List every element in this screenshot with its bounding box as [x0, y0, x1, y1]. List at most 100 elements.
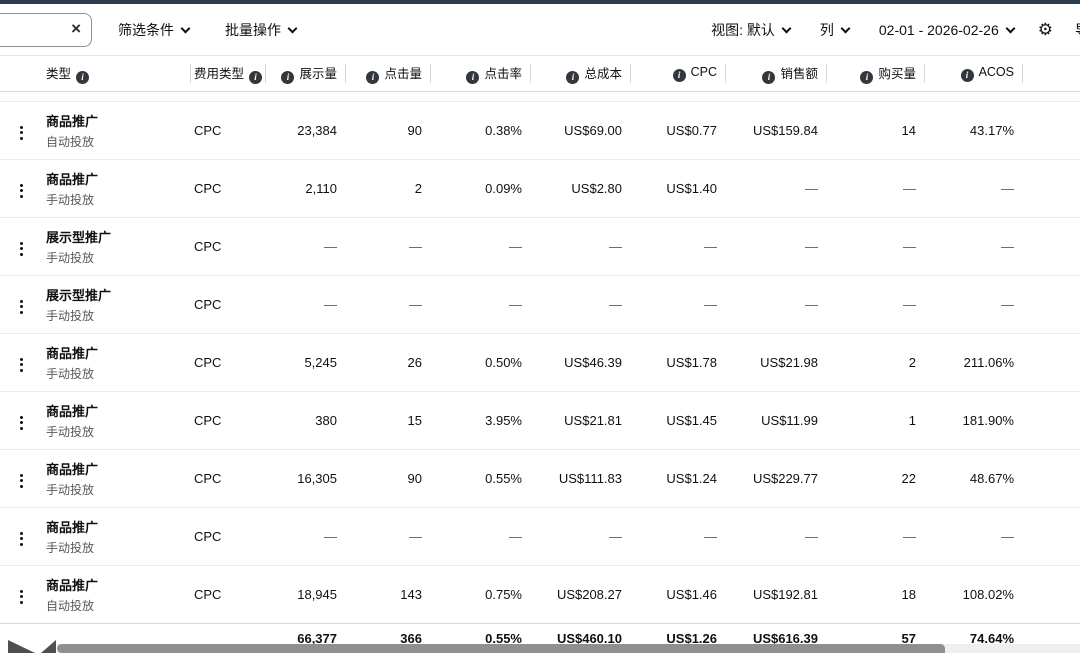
- info-icon[interactable]: i: [673, 69, 686, 82]
- cell-actions: [0, 333, 42, 391]
- column-header-sales[interactable]: i 销售额: [725, 56, 826, 91]
- info-icon[interactable]: i: [466, 71, 479, 84]
- search-box[interactable]: ×: [0, 13, 92, 47]
- campaign-type: 商品推广: [46, 459, 190, 478]
- targeting-type: 手动投放: [46, 481, 190, 498]
- table-header: 类型i费用类型ii展示量i点击量i点击率i总成本iCPCi销售额i购买量iACO…: [0, 56, 1080, 91]
- cell-spacer: [1022, 449, 1080, 507]
- row-actions-menu-button[interactable]: [16, 122, 27, 144]
- row-actions-menu-button[interactable]: [16, 354, 27, 376]
- cell-acos: 211.06%: [924, 333, 1022, 391]
- search-input[interactable]: [0, 14, 67, 46]
- cell-cost_type: CPC: [190, 159, 265, 217]
- column-header-type[interactable]: 类型i: [42, 56, 190, 91]
- view-value: 默认: [747, 20, 775, 40]
- targeting-type: 手动投放: [46, 307, 190, 324]
- cell-clicks: —: [345, 275, 430, 333]
- cell-ctr: —: [430, 275, 530, 333]
- app-root: × 筛选条件 批量操作 视图: 默认 列 02-01 - 2026-02-26: [0, 0, 1080, 653]
- cell-cpc: US$1.24: [630, 449, 725, 507]
- row-actions-menu-button[interactable]: [16, 180, 27, 202]
- cell-cpc: US$1.46: [630, 565, 725, 623]
- cell-spacer: [1022, 101, 1080, 159]
- table-row: 商品推广手动投放CPC16,305900.55%US$111.83US$1.24…: [0, 449, 1080, 507]
- cell-cost_type: CPC: [190, 449, 265, 507]
- cell-cost_type: CPC: [190, 101, 265, 159]
- cell-sales: US$21.98: [725, 333, 826, 391]
- cell-actions: [0, 449, 42, 507]
- bulk-actions-dropdown[interactable]: 批量操作: [225, 20, 296, 40]
- info-icon[interactable]: i: [961, 69, 974, 82]
- column-header-cpc[interactable]: i CPC: [630, 56, 725, 91]
- column-header-clicks[interactable]: i 点击量: [345, 56, 430, 91]
- info-icon[interactable]: i: [76, 71, 89, 84]
- column-label: 购买量: [878, 67, 916, 81]
- cell-actions: [0, 159, 42, 217]
- cell-clicks: 90: [345, 449, 430, 507]
- bottom-scroll-area: [0, 637, 1080, 653]
- date-range-picker[interactable]: 02-01 - 2026-02-26: [879, 22, 1014, 38]
- row-actions-menu-button[interactable]: [16, 528, 27, 550]
- cell-sales: —: [725, 507, 826, 565]
- cell-type: 商品推广自动投放: [42, 565, 190, 623]
- cell-impressions: 18,945: [265, 565, 345, 623]
- info-icon[interactable]: i: [366, 71, 379, 84]
- clear-search-button[interactable]: ×: [67, 20, 91, 39]
- column-header-spend[interactable]: i总成本: [530, 56, 630, 91]
- horizontal-scrollbar-thumb[interactable]: [57, 644, 945, 653]
- cell-actions: [0, 217, 42, 275]
- info-icon[interactable]: i: [281, 71, 294, 84]
- column-label: 销售额: [780, 67, 818, 81]
- column-header-cost_type[interactable]: 费用类型i: [190, 56, 265, 91]
- info-icon[interactable]: i: [566, 71, 579, 84]
- column-label: 点击量: [384, 67, 422, 81]
- cell-actions: [0, 391, 42, 449]
- kebab-icon: [20, 358, 23, 361]
- row-actions-menu-button[interactable]: [16, 586, 27, 608]
- campaign-type: 商品推广: [46, 169, 190, 188]
- column-header-impressions[interactable]: i展示量: [265, 56, 345, 91]
- table-row: 商品推广手动投放CPC380153.95%US$21.81US$1.45US$1…: [0, 391, 1080, 449]
- column-header-orders[interactable]: i 购买量: [826, 56, 924, 91]
- campaign-type: 商品推广: [46, 111, 190, 130]
- columns-dropdown[interactable]: 列: [820, 20, 849, 40]
- view-dropdown[interactable]: 视图: 默认: [711, 20, 790, 40]
- cell-spacer: [1022, 507, 1080, 565]
- cell-sales: US$159.84: [725, 101, 826, 159]
- cell-actions: [0, 565, 42, 623]
- row-actions-menu-button[interactable]: [16, 412, 27, 434]
- cell-cpc: US$1.40: [630, 159, 725, 217]
- targeting-type: 手动投放: [46, 423, 190, 440]
- cell-spend: US$208.27: [530, 565, 630, 623]
- column-label: CPC: [691, 65, 717, 79]
- prev-icon[interactable]: [41, 640, 56, 653]
- export-label-clipped[interactable]: 导: [1075, 20, 1080, 40]
- cell-type: 商品推广手动投放: [42, 391, 190, 449]
- cell-acos: —: [924, 275, 1022, 333]
- cell-cpc: —: [630, 507, 725, 565]
- column-header-ctr[interactable]: i点击率: [430, 56, 530, 91]
- settings-gear-button[interactable]: ⚙: [1038, 21, 1053, 38]
- targeting-type: 手动投放: [46, 365, 190, 382]
- cell-type: 展示型推广手动投放: [42, 217, 190, 275]
- info-icon[interactable]: i: [762, 71, 775, 84]
- campaign-type: 商品推广: [46, 517, 190, 536]
- row-actions-menu-button[interactable]: [16, 238, 27, 260]
- info-icon[interactable]: i: [860, 71, 873, 84]
- campaign-table-wrap: 类型i费用类型ii展示量i点击量i点击率i总成本iCPCi销售额i购买量iACO…: [0, 55, 1080, 653]
- info-icon[interactable]: i: [249, 71, 262, 84]
- cell-acos: 43.17%: [924, 101, 1022, 159]
- cell-orders: —: [826, 275, 924, 333]
- filter-dropdown[interactable]: 筛选条件: [118, 20, 189, 40]
- cell-sales: —: [725, 217, 826, 275]
- targeting-type: 自动投放: [46, 133, 190, 150]
- table-row: 商品推广手动投放CPC5,245260.50%US$46.39US$1.78US…: [0, 333, 1080, 391]
- row-actions-menu-button[interactable]: [16, 470, 27, 492]
- row-actions-menu-button[interactable]: [16, 296, 27, 318]
- column-header-spacer: [1022, 56, 1080, 91]
- columns-label: 列: [820, 20, 834, 40]
- play-icon[interactable]: [8, 640, 35, 653]
- cell-orders: 2: [826, 333, 924, 391]
- cell-clicks: 143: [345, 565, 430, 623]
- column-header-acos[interactable]: iACOS: [924, 56, 1022, 91]
